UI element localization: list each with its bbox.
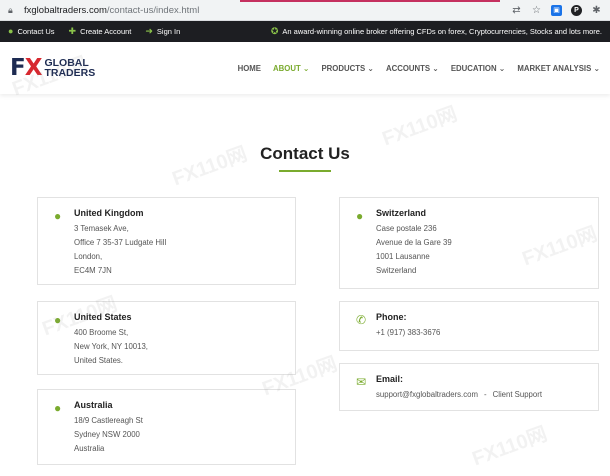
email-card: ✉ Email: support@fxglobaltraders.com - Cli…: [339, 363, 599, 411]
award-icon: ✪: [270, 26, 279, 36]
promo-banner: ✪ An award-winning online broker offering…: [270, 26, 602, 37]
sign-in-label: Sign In: [156, 27, 181, 36]
email-separator: -: [483, 390, 487, 399]
puzzle-icon[interactable]: ✱: [591, 5, 602, 16]
url-path: /contact-us/index.html: [106, 4, 200, 16]
star-icon[interactable]: ☆: [531, 5, 542, 16]
address-line: 18/9 Castlereagh St: [74, 416, 143, 425]
map-pin-icon: ●: [54, 401, 62, 415]
chevron-down-icon: ⌄: [302, 63, 310, 73]
address-line: Avenue de la Gare 39: [376, 238, 452, 247]
nav-education[interactable]: EDUCATION ⌄: [451, 64, 506, 73]
client-support-label: Client Support: [492, 390, 542, 399]
contact-link[interactable]: ● Contact Us: [8, 26, 55, 37]
chevron-down-icon: ⌄: [498, 63, 506, 73]
envelope-icon: ✉: [356, 375, 367, 389]
office-card-us: ● United States 400 Broome St, New York,…: [37, 301, 296, 375]
email-address-link[interactable]: support@fxglobaltraders.com: [376, 390, 478, 399]
address-line: Sydney NSW 2000: [74, 430, 140, 439]
add-user-icon: ✚: [68, 26, 77, 36]
logo-x: X: [24, 55, 43, 81]
address-line: Switzerland: [376, 266, 417, 275]
watermark: FX110网: [469, 423, 551, 471]
url-host: fxglobaltraders.com: [24, 4, 107, 16]
site-header: FX GLOBAL TRADERS HOME ABOUT ⌄ PRODUCTS ⌄…: [0, 42, 610, 94]
page-title: Contact Us: [260, 144, 350, 163]
phone-icon: ✆: [356, 313, 367, 327]
phone-card: ✆ Phone: +1 (917) 383-3676: [339, 301, 599, 351]
office-title: Australia: [74, 400, 113, 410]
logo-word-traders: TRADERS: [44, 67, 96, 79]
office-card-australia: ● Australia 18/9 Castlereagh St Sydney N…: [37, 389, 296, 465]
translate-icon[interactable]: ⇄: [511, 5, 522, 16]
logo-words: GLOBAL TRADERS: [44, 58, 96, 79]
nav-market-analysis[interactable]: MARKET ANALYSIS ⌄: [517, 64, 600, 73]
promo-text: An award-winning online broker offering …: [282, 27, 602, 36]
lock-icon: 🔒︎: [8, 5, 13, 15]
map-pin-icon: ●: [356, 209, 364, 223]
loading-bar: [240, 0, 500, 2]
create-account-link[interactable]: ✚ Create Account: [68, 26, 132, 37]
sign-in-link[interactable]: ➜ Sign In: [145, 26, 181, 37]
office-title: United Kingdom: [74, 208, 144, 218]
url-field[interactable]: fxglobaltraders.com/contact-us/index.htm…: [24, 5, 511, 16]
office-title: Switzerland: [376, 208, 427, 218]
address-line: 3 Temasek Ave,: [74, 224, 129, 233]
logo-mark: FX: [10, 55, 43, 81]
address-line: EC4M 7JN: [74, 266, 112, 275]
office-card-switzerland: ● Switzerland Case postale 236 Avenue de…: [339, 197, 599, 289]
address-line: Office 7 35-37 Ludgate Hill: [74, 238, 167, 247]
chevron-down-icon: ⌄: [593, 63, 600, 73]
address-line: 400 Broome St,: [74, 328, 129, 337]
logo-f: F: [10, 55, 26, 81]
address-line: Australia: [74, 444, 105, 453]
email-title: Email:: [376, 374, 404, 384]
chevron-down-icon: ⌄: [432, 63, 439, 73]
title-underline: [279, 170, 331, 172]
main-nav: HOME ABOUT ⌄ PRODUCTS ⌄ ACCOUNTS ⌄ EDUCA…: [238, 64, 600, 73]
phone-title: Phone:: [376, 312, 407, 322]
map-pin-icon: ●: [8, 26, 14, 36]
sign-in-icon: ➜: [145, 26, 153, 36]
address-line: New York, NY 10013,: [74, 342, 148, 351]
nav-market-analysis-label: MARKET ANALYSIS: [517, 63, 592, 73]
create-account-label: Create Account: [80, 27, 132, 36]
browser-address-bar: 🔒︎ fxglobaltraders.com/contact-us/index.…: [0, 0, 610, 21]
office-title: United States: [74, 312, 132, 322]
phone-number[interactable]: +1 (917) 383-3676: [376, 326, 598, 340]
nav-accounts-label: ACCOUNTS: [385, 63, 431, 73]
chevron-down-icon: ⌄: [367, 63, 374, 73]
address-line: Case postale 236: [376, 224, 437, 233]
profile-extension-icon[interactable]: P: [571, 4, 582, 16]
map-pin-icon: ●: [54, 313, 62, 327]
map-pin-icon: ●: [54, 209, 62, 223]
nav-home[interactable]: HOME: [238, 64, 261, 73]
site-logo[interactable]: FX GLOBAL TRADERS: [10, 55, 95, 81]
nav-products[interactable]: PRODUCTS ⌄: [321, 64, 373, 73]
office-card-uk: ● United Kingdom 3 Temasek Ave, Office 7…: [37, 197, 296, 285]
top-strip: ● Contact Us ✚ Create Account ➜ Sign In ✪ An…: [0, 21, 610, 42]
nav-products-label: PRODUCTS: [321, 63, 366, 73]
address-line: London,: [74, 252, 103, 261]
email-line: support@fxglobaltraders.com - Client Suppo…: [376, 388, 598, 402]
contact-label: Contact Us: [17, 27, 55, 36]
address-line: United States.: [74, 356, 123, 365]
extension-icon[interactable]: ▣: [551, 4, 562, 16]
nav-home-label: HOME: [237, 63, 261, 73]
nav-about[interactable]: ABOUT ⌄: [273, 64, 309, 73]
nav-accounts[interactable]: ACCOUNTS ⌄: [386, 64, 439, 73]
nav-about-label: ABOUT: [273, 63, 301, 73]
nav-education-label: EDUCATION: [450, 63, 497, 73]
address-line: 1001 Lausanne: [376, 252, 430, 261]
